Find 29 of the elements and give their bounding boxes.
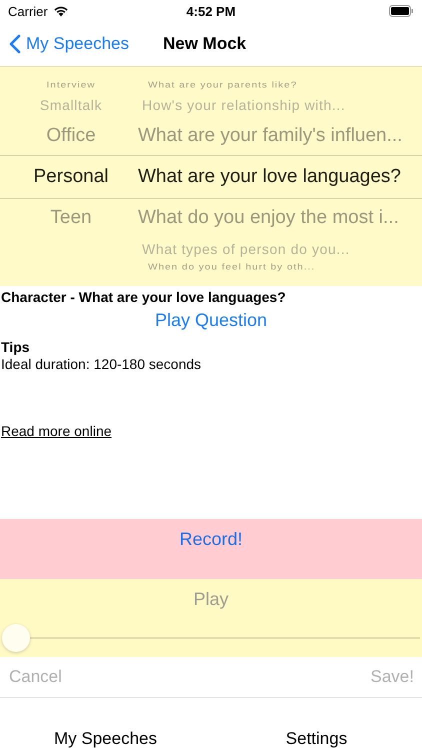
clock-time: 4:52 PM bbox=[186, 4, 236, 18]
read-more-link[interactable]: Read more online bbox=[1, 423, 112, 439]
play-question-button[interactable]: Play Question bbox=[154, 310, 268, 331]
picker-option[interactable]: How's your relationship with... bbox=[138, 96, 346, 112]
tips-text: Ideal duration: 120-180 seconds bbox=[0, 356, 202, 372]
picker-option[interactable]: What types of person do you... bbox=[138, 240, 350, 256]
tips-heading: Tips bbox=[0, 339, 31, 355]
question-heading: Character - What are your love languages? bbox=[0, 289, 287, 305]
picker-option[interactable]: What are your family's influen... bbox=[138, 124, 402, 146]
wifi-icon bbox=[52, 5, 69, 17]
picker-option[interactable]: Office bbox=[46, 124, 96, 146]
picker-option[interactable]: Interview bbox=[46, 80, 96, 90]
battery-icon bbox=[389, 5, 414, 17]
screen-title: New Mock bbox=[163, 34, 246, 54]
question-picker[interactable] bbox=[0, 67, 422, 286]
picker-option[interactable]: When do you feel hurt by oth... bbox=[138, 262, 316, 272]
picker-option[interactable]: What are your love languages? bbox=[138, 166, 401, 188]
chevron-left-icon bbox=[9, 34, 21, 54]
picker-option[interactable]: Personal bbox=[34, 166, 108, 188]
picker-option[interactable]: Teen bbox=[50, 206, 92, 228]
tab-bar-item[interactable]: My Speeches bbox=[0, 729, 211, 749]
picker-option[interactable]: What do you enjoy the most i... bbox=[138, 206, 399, 228]
picker-option[interactable]: What are your parents like? bbox=[138, 80, 298, 90]
back-button[interactable]: My Speeches bbox=[0, 34, 129, 54]
picker-option[interactable]: Smalltalk bbox=[40, 96, 102, 112]
carrier-label: Carrier bbox=[8, 4, 48, 18]
tab-bar-item[interactable]: Settings bbox=[211, 729, 422, 749]
slider-thumb[interactable] bbox=[2, 624, 30, 652]
record-button[interactable]: Record! bbox=[0, 519, 422, 579]
